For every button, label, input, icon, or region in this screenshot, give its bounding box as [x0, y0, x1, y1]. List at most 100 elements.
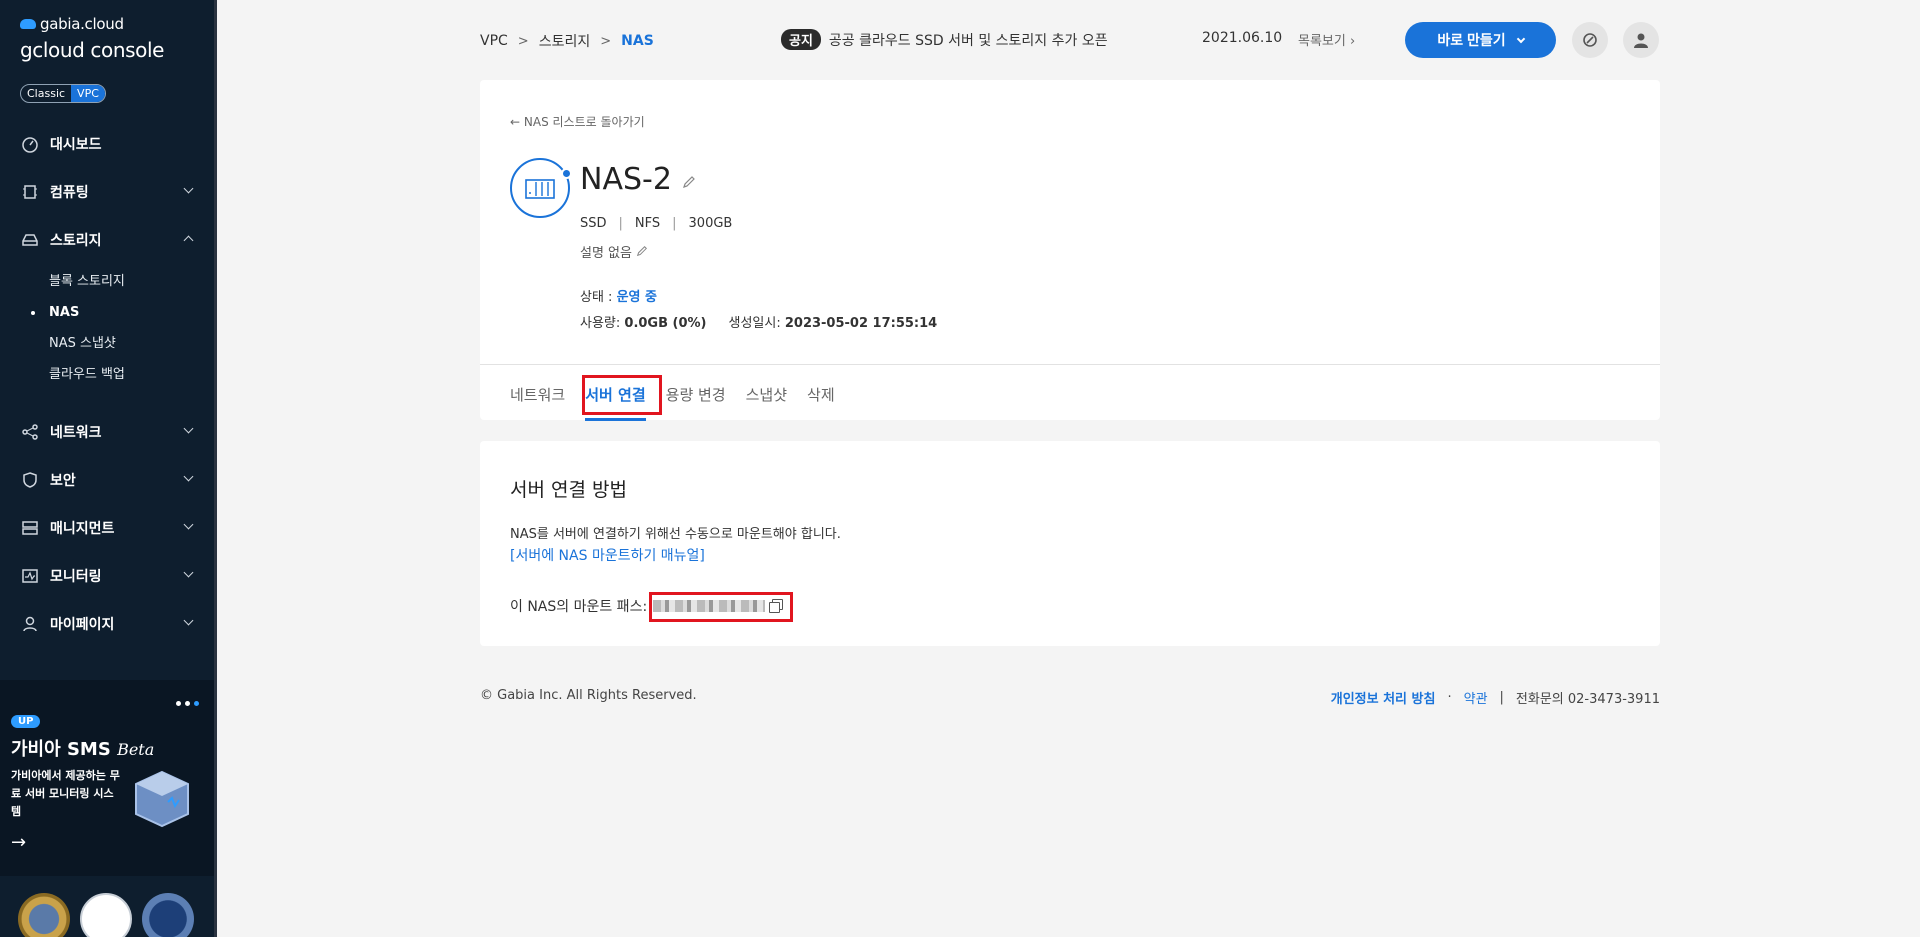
- brand-logo[interactable]: gabia.cloud: [20, 15, 124, 33]
- console-toggle[interactable]: Classic VPC: [20, 84, 106, 103]
- chevron-down-icon: [183, 471, 194, 482]
- chat-icon: [1583, 33, 1597, 47]
- arrow-right-icon[interactable]: →: [11, 832, 26, 853]
- sidebar-item-mypage[interactable]: 마이페이지: [0, 600, 214, 648]
- sidebar-item-label: 컴퓨팅: [50, 185, 89, 201]
- privacy-policy-link[interactable]: 개인정보 처리 방침: [1331, 688, 1436, 707]
- chat-button[interactable]: [1572, 22, 1608, 58]
- chip-icon: [20, 182, 40, 202]
- chevron-down-icon: [183, 567, 194, 578]
- usage-label: 사용량:: [580, 316, 625, 331]
- profile-button[interactable]: [1623, 22, 1659, 58]
- sidebar-item-label: 대시보드: [50, 137, 102, 153]
- brand-top-text: gabia.cloud: [40, 15, 124, 33]
- chevron-down-icon: [183, 183, 194, 194]
- tab-delete[interactable]: 삭제: [807, 380, 835, 409]
- toggle-vpc[interactable]: VPC: [71, 85, 105, 102]
- user-icon: [1634, 33, 1648, 48]
- breadcrumb: VPC > 스토리지 > NAS: [480, 31, 654, 51]
- spec-protocol: NFS: [634, 216, 661, 231]
- nas-description-text: 설명 없음: [580, 246, 632, 261]
- carousel-dots[interactable]: [176, 701, 199, 706]
- breadcrumb-storage[interactable]: 스토리지: [539, 31, 591, 51]
- notice-date: 2021.06.10: [1202, 30, 1283, 46]
- shield-icon: [20, 470, 40, 490]
- chevron-right-icon: >: [600, 33, 612, 49]
- edit-pencil-icon[interactable]: [682, 162, 696, 197]
- sidebar-item-label: 마이페이지: [50, 617, 115, 633]
- sidebar-item-network[interactable]: 네트워크: [0, 408, 214, 456]
- edit-pencil-icon[interactable]: [636, 245, 648, 261]
- up-badge: UP: [11, 715, 41, 728]
- nas-name-text: NAS-2: [580, 162, 672, 197]
- hard-drive-icon: [20, 230, 40, 250]
- created-info: 생성일시: 2023-05-02 17:55:14: [729, 312, 938, 331]
- status-value: 운영 중: [616, 290, 657, 305]
- chevron-down-icon: [183, 519, 194, 530]
- back-link-label: NAS 리스트로 돌아가기: [523, 115, 645, 129]
- server-rack-icon: [20, 518, 40, 538]
- spec-size: 300GB: [688, 216, 733, 231]
- monitor-icon: [20, 566, 40, 586]
- created-label: 생성일시:: [728, 316, 785, 331]
- connect-description: NAS를 서버에 연결하기 위해선 수동으로 마운트해야 합니다.: [510, 527, 841, 542]
- sidebar-nav: 대시보드 컴퓨팅 스토리지 블록 스토리지 NAS NAS 스냅샷 클라우드 백…: [0, 120, 214, 648]
- mount-manual-link[interactable]: [서버에 NAS 마운트하기 매뉴얼]: [510, 545, 705, 565]
- chevron-down-icon: [183, 423, 194, 434]
- back-to-list-link[interactable]: ← NAS 리스트로 돌아가기: [510, 113, 645, 130]
- nas-icon: [510, 158, 572, 218]
- chevron-down-icon: [183, 615, 194, 626]
- nas-usage-row: 사용량: 0.0GB (0%) 생성일시: 2023-05-02 17:55:1…: [580, 312, 937, 331]
- chevron-right-icon: ›: [1349, 34, 1356, 49]
- storage-submenu: 블록 스토리지 NAS NAS 스냅샷 클라우드 백업: [0, 264, 214, 408]
- sidebar-item-dashboard[interactable]: 대시보드: [0, 120, 214, 168]
- promo-title-beta: Beta: [117, 740, 155, 759]
- cloud-icon: [20, 19, 36, 29]
- contact-phone: 전화문의 02-3473-3911: [1515, 692, 1660, 707]
- notice-bar[interactable]: 공지 공공 클라우드 SSD 서버 및 스토리지 추가 오픈: [781, 29, 1108, 50]
- terms-link[interactable]: 약관: [1464, 688, 1488, 707]
- sidebar-item-security[interactable]: 보안: [0, 456, 214, 504]
- notice-tag: 공지: [781, 29, 821, 50]
- sidebar-sub-nas[interactable]: NAS: [0, 297, 214, 328]
- mount-path-label: 이 NAS의 마운트 패스:: [510, 599, 648, 615]
- network-icon: [20, 422, 40, 442]
- sidebar-item-label: 모니터링: [50, 569, 102, 585]
- tab-network[interactable]: 네트워크: [510, 380, 565, 409]
- brand-main[interactable]: gcloud console: [20, 38, 164, 62]
- notice-list-link[interactable]: 목록보기 ›: [1298, 30, 1355, 49]
- arrow-left-icon: ←: [510, 115, 521, 129]
- promo-title: 가비아 SMS Beta: [11, 735, 154, 761]
- sidebar-item-storage[interactable]: 스토리지: [0, 216, 214, 264]
- sidebar-item-label: 보안: [50, 473, 76, 489]
- sidebar-sub-block-storage[interactable]: 블록 스토리지: [0, 266, 214, 297]
- sidebar-item-management[interactable]: 매니지먼트: [0, 504, 214, 552]
- sidebar: gabia.cloud gcloud console Classic VPC 대…: [0, 0, 217, 937]
- csap-badge-icon: [142, 893, 194, 937]
- sidebar-item-monitoring[interactable]: 모니터링: [0, 552, 214, 600]
- created-value: 2023-05-02 17:55:14: [784, 316, 938, 331]
- server-illustration-icon: [132, 768, 192, 830]
- breadcrumb-nas: NAS: [621, 33, 654, 49]
- toggle-classic[interactable]: Classic: [21, 85, 71, 102]
- breadcrumb-vpc[interactable]: VPC: [480, 33, 508, 49]
- sidebar-item-computing[interactable]: 컴퓨팅: [0, 168, 214, 216]
- sidebar-sub-nas-snapshot[interactable]: NAS 스냅샷: [0, 328, 214, 359]
- status-label: 상태 :: [580, 290, 617, 305]
- highlight-box-tab: [582, 375, 662, 415]
- sidebar-sub-cloud-backup[interactable]: 클라우드 백업: [0, 359, 214, 390]
- tab-resize[interactable]: 용량 변경: [666, 380, 726, 409]
- user-icon: [20, 614, 40, 634]
- notice-text[interactable]: 공공 클라우드 SSD 서버 및 스토리지 추가 오픈: [829, 30, 1108, 50]
- nas-specs: SSD | NFS | 300GB: [580, 216, 733, 231]
- usage-value: 0.0GB (0%): [624, 316, 707, 331]
- chevron-right-icon: >: [517, 33, 529, 49]
- certification-badges: [18, 893, 194, 937]
- usage-info: 사용량: 0.0GB (0%): [580, 312, 707, 331]
- divider: [480, 364, 1660, 365]
- nas-name: NAS-2: [580, 162, 696, 197]
- footer-links: 개인정보 처리 방침 · 약관 | 전화문의 02-3473-3911: [1331, 688, 1660, 707]
- quick-create-button[interactable]: 바로 만들기: [1405, 22, 1556, 58]
- chevron-down-icon: [1516, 34, 1525, 43]
- tab-snapshot[interactable]: 스냅샷: [746, 380, 787, 409]
